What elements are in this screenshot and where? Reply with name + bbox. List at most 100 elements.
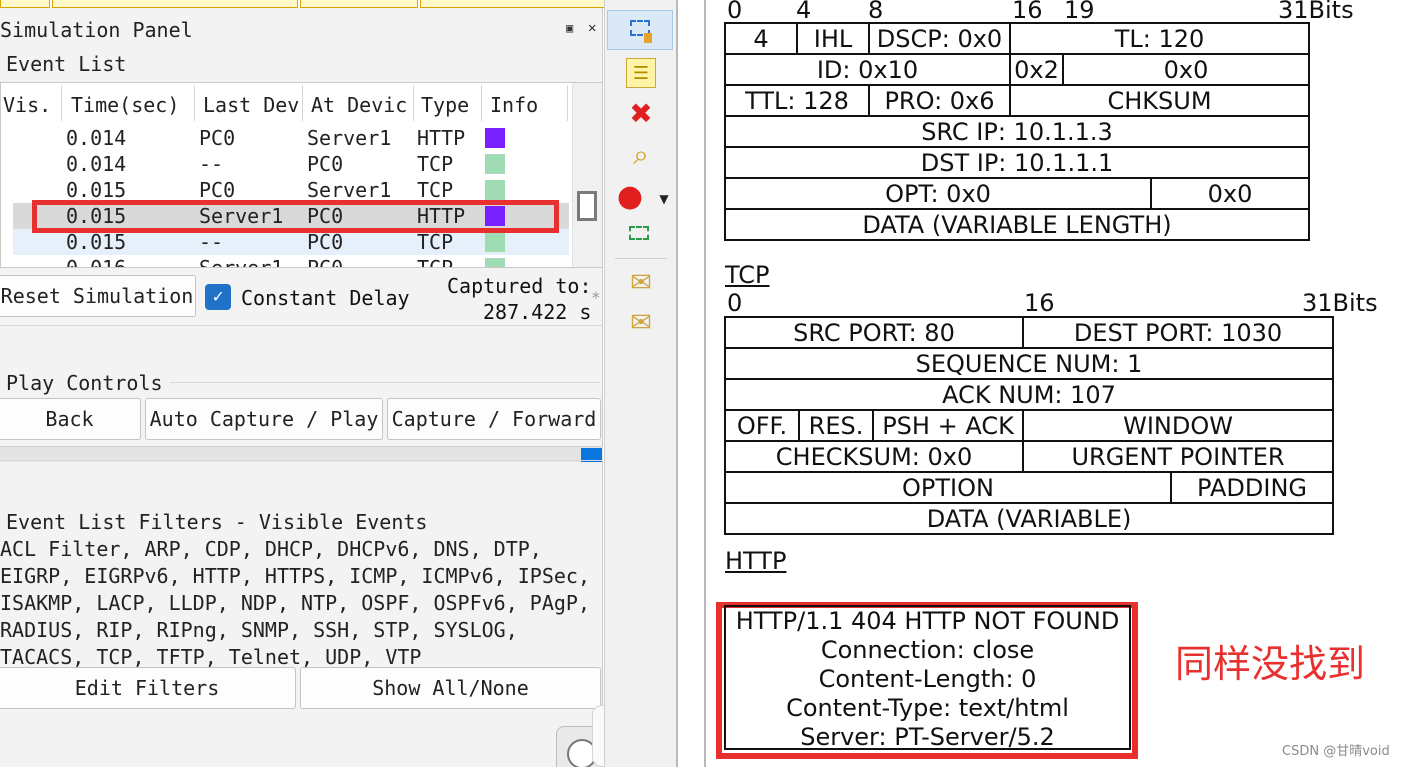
ip-bit-label: 31Bits [1278, 0, 1354, 24]
ip-bit-label: 0 [727, 0, 743, 24]
ip-identification: ID: 0x10 [724, 53, 1011, 86]
top-tab[interactable] [300, 0, 418, 8]
ip-bit-label: 16 [1012, 0, 1043, 24]
column-separator [61, 85, 62, 121]
ip-ttl: TTL: 128 [724, 84, 870, 117]
ip-protocol: PRO: 0x6 [868, 84, 1011, 117]
ip-checksum: CHKSUM [1009, 84, 1310, 117]
column-header-vis[interactable]: Vis. [3, 93, 51, 117]
selected-event-highlight [32, 200, 559, 233]
tcp-bit-label: 16 [1024, 289, 1055, 317]
column-header-last-device[interactable]: Last Dev [203, 93, 299, 117]
event-last-device: -- [199, 152, 224, 176]
event-info-color[interactable] [485, 258, 505, 267]
note-icon[interactable]: ☰ [626, 58, 656, 88]
ip-ihl: IHL [796, 22, 870, 55]
event-info-color[interactable] [485, 154, 505, 174]
ip-src: SRC IP: 10.1.1.3 [724, 115, 1310, 148]
event-row[interactable]: 0.014 PC0 Server1 HTTP [13, 125, 569, 151]
ip-bit-label: 19 [1064, 0, 1095, 24]
event-info-color[interactable] [485, 128, 505, 148]
divider [0, 325, 603, 326]
ip-bit-label: 4 [796, 0, 812, 24]
close-icon[interactable]: ✕ [588, 20, 596, 36]
event-time: 0.015 [66, 230, 127, 254]
event-time: 0.016 [66, 256, 126, 267]
column-separator [194, 85, 195, 121]
column-header-at-device[interactable]: At Devic [311, 93, 407, 117]
tcp-offset: OFF. [724, 409, 800, 442]
event-last-device: Server1 [199, 256, 283, 267]
watermark: CSDN @甘晴void [1282, 744, 1390, 759]
resize-icon[interactable] [629, 226, 649, 240]
event-last-device: PC0 [199, 178, 236, 202]
event-list-filters-label: Event List Filters - Visible Events [6, 510, 428, 534]
event-type: HTTP [417, 126, 466, 150]
captured-to-value: 287.422 s [483, 300, 592, 324]
event-info-color[interactable] [485, 180, 505, 200]
http-response-box: HTTP/1.1 404 HTTP NOT FOUND Connection: … [724, 605, 1131, 751]
event-at-device: Server1 [307, 178, 392, 202]
divider [170, 382, 600, 383]
reset-simulation-button[interactable]: Reset Simulation [0, 275, 196, 317]
scrollbar-thumb[interactable] [577, 191, 597, 221]
event-row[interactable]: 0.014 -- PC0 TCP [13, 151, 569, 177]
http-header-line: Server: PT-Server/5.2 [800, 723, 1055, 751]
column-header-info[interactable]: Info [490, 93, 538, 117]
event-info-color[interactable] [485, 232, 505, 252]
annotation-note: 同样没找到 [1175, 642, 1366, 686]
tcp-sequence: SEQUENCE NUM: 1 [723, 347, 1335, 380]
tcp-flags: PSH + ACK [871, 409, 1025, 442]
event-at-device: Server1 [307, 126, 392, 150]
event-list-scrollbar[interactable] [572, 83, 602, 267]
constant-delay-checkbox[interactable]: ✓ [205, 284, 231, 310]
chevron-down-icon[interactable]: ▼ [649, 184, 679, 214]
event-list-table: Vis. Time(sec) Last Dev At Devic Type In… [0, 82, 603, 268]
http-header-line: Content-Type: text/html [786, 694, 1069, 722]
column-header-type[interactable]: Type [421, 93, 469, 117]
edit-filters-button[interactable]: Edit Filters [0, 667, 296, 709]
auto-capture-play-button[interactable]: Auto Capture / Play [145, 398, 383, 440]
back-button[interactable]: Back [0, 398, 141, 440]
event-time: 0.014 [66, 126, 127, 150]
tcp-src-port: SRC PORT: 80 [723, 316, 1025, 349]
capture-forward-button[interactable]: Capture / Forward [387, 398, 601, 440]
event-at-device: PC0 [307, 256, 343, 267]
delete-icon[interactable]: ✖ [626, 99, 656, 129]
tcp-padding: PADDING [1170, 471, 1335, 504]
select-tool-button[interactable] [607, 10, 673, 50]
show-all-none-button[interactable]: Show All/None [300, 667, 601, 709]
ip-flags: 0x2 [1009, 53, 1064, 86]
ip-padding: 0x0 [1150, 177, 1310, 210]
tcp-dest-port: DEST PORT: 1030 [1022, 316, 1335, 349]
top-tab[interactable] [0, 0, 50, 8]
column-separator [567, 85, 568, 121]
tcp-option: OPTION [723, 471, 1173, 504]
float-icon[interactable]: ▣ [566, 21, 573, 35]
http-status-line: HTTP/1.1 404 HTTP NOT FOUND [735, 607, 1120, 635]
visible-events-list: ACL Filter, ARP, CDP, DHCP, DHCPv6, DNS,… [0, 537, 591, 669]
captured-marker: * [591, 288, 601, 307]
column-header-time[interactable]: Time(sec) [71, 93, 179, 117]
event-at-device: PC0 [307, 152, 344, 176]
drawing-ellipse-icon[interactable]: ● [615, 182, 645, 212]
ip-dst: DST IP: 10.1.1.1 [724, 146, 1310, 179]
column-separator [481, 85, 482, 121]
pane-gap [676, 0, 706, 767]
ip-data: DATA (VARIABLE LENGTH) [724, 208, 1310, 241]
play-controls-label: Play Controls [6, 371, 163, 395]
http-header-line: Content-Length: 0 [818, 665, 1037, 693]
event-type: TCP [417, 152, 454, 176]
event-row[interactable]: 0.016 Server1 PC0 TCP [13, 255, 569, 267]
add-complex-pdu-icon[interactable]: ✉ [626, 308, 656, 338]
divider [0, 460, 603, 461]
tcp-reserved: RES. [798, 409, 874, 442]
column-separator [413, 85, 414, 121]
tcp-header-table: SRC PORT: 80 DEST PORT: 1030 SEQUENCE NU… [723, 316, 1335, 535]
inspect-icon[interactable]: ⌕ [626, 140, 656, 170]
add-simple-pdu-icon[interactable]: ✉ [626, 268, 656, 298]
http-header-line: Connection: close [820, 636, 1035, 664]
top-tab[interactable] [52, 0, 298, 8]
column-separator [302, 85, 303, 121]
event-time: 0.014 [66, 152, 127, 176]
